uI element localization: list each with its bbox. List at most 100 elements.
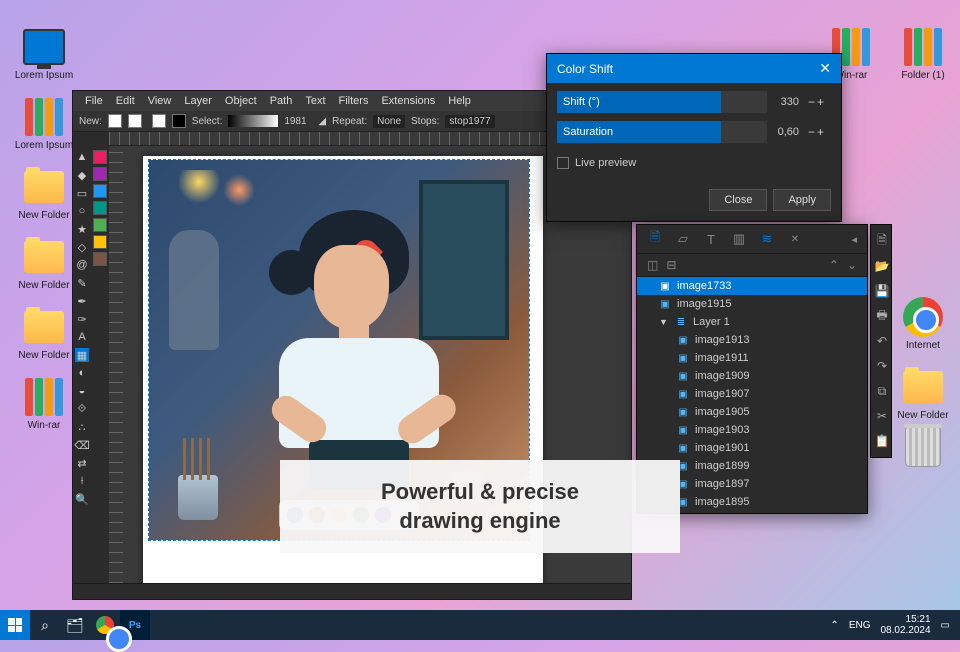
language-indicator[interactable]: ENG bbox=[849, 620, 871, 631]
list-item[interactable]: ▣image1911 bbox=[637, 349, 867, 367]
radial-gradient-icon[interactable] bbox=[128, 114, 142, 128]
tab-align-icon[interactable]: ▥ bbox=[731, 231, 747, 247]
swatch-blue[interactable] bbox=[93, 184, 107, 198]
swatch-brown[interactable] bbox=[93, 252, 107, 266]
menu-object[interactable]: Object bbox=[219, 93, 263, 109]
tab-objects-icon[interactable]: ≋ bbox=[759, 231, 775, 247]
eraser-tool[interactable]: ⌫ bbox=[75, 438, 89, 452]
pencil-tool[interactable]: ✎ bbox=[75, 276, 89, 290]
desktop-icon-trash[interactable] bbox=[893, 426, 953, 468]
list-item[interactable]: ▣image1909 bbox=[637, 367, 867, 385]
desktop-icon-folder[interactable]: New Folder bbox=[14, 306, 74, 361]
measure-tool[interactable]: ⟊ bbox=[75, 474, 89, 488]
expand-icon[interactable]: ▼ bbox=[659, 317, 669, 327]
menu-file[interactable]: File bbox=[79, 93, 109, 109]
tab-document-icon[interactable]: 🗎 bbox=[647, 231, 663, 247]
fill-black-icon[interactable] bbox=[172, 114, 186, 128]
saturation-slider-row[interactable]: Saturation 0,60 −+ bbox=[557, 121, 831, 143]
desktop-icon-folder[interactable]: New Folder bbox=[14, 236, 74, 291]
swatch-green[interactable] bbox=[93, 218, 107, 232]
list-item[interactable]: ▣image1915 bbox=[637, 295, 867, 313]
select-tool[interactable]: ▲ bbox=[75, 150, 89, 164]
delete-layer-icon[interactable]: ⊟ bbox=[666, 258, 676, 272]
menu-path[interactable]: Path bbox=[264, 93, 299, 109]
list-item[interactable]: ▣image1907 bbox=[637, 385, 867, 403]
save-icon[interactable]: 💾 bbox=[874, 283, 890, 299]
move-down-icon[interactable]: ⌄ bbox=[847, 258, 857, 272]
desktop-icon-folder[interactable]: New Folder bbox=[14, 166, 74, 221]
shift-spinner[interactable]: −+ bbox=[803, 91, 831, 113]
tab-close-icon[interactable]: ✕ bbox=[787, 231, 803, 247]
desktop-icon-pc[interactable]: Lorem Ipsum bbox=[14, 26, 74, 81]
checkbox-icon[interactable] bbox=[557, 157, 569, 169]
slider-track[interactable] bbox=[721, 121, 767, 143]
list-item[interactable]: ▣image1901 bbox=[637, 439, 867, 457]
swatch-purple[interactable] bbox=[93, 167, 107, 181]
node-tool[interactable]: ◆ bbox=[75, 168, 89, 182]
edit-gradient-icon[interactable]: ◢ bbox=[318, 116, 326, 127]
swatch-amber[interactable] bbox=[93, 235, 107, 249]
new-doc-icon[interactable]: 🗎 bbox=[874, 233, 890, 249]
gradient-swatch[interactable] bbox=[228, 115, 278, 127]
tray-expand-icon[interactable]: ⌃ bbox=[830, 620, 838, 631]
redo-icon[interactable]: ↷ bbox=[874, 358, 890, 374]
open-icon[interactable]: 📂 bbox=[874, 258, 890, 274]
desktop-icon-internet[interactable]: Internet bbox=[893, 296, 953, 351]
ruler-vertical[interactable] bbox=[109, 146, 123, 583]
tab-text-icon[interactable]: T bbox=[703, 231, 719, 247]
calligraphy-tool[interactable]: ✑ bbox=[75, 312, 89, 326]
menu-edit[interactable]: Edit bbox=[110, 93, 141, 109]
menu-help[interactable]: Help bbox=[442, 93, 477, 109]
desktop-icon-winrar[interactable]: Win-rar bbox=[14, 376, 74, 431]
paste-icon[interactable]: 📋 bbox=[874, 433, 890, 449]
list-item[interactable]: ▼≣Layer 1 bbox=[637, 313, 867, 331]
file-explorer-icon[interactable]: 🗂 bbox=[60, 610, 90, 640]
list-item[interactable]: ▣image1903 bbox=[637, 421, 867, 439]
text-tool[interactable]: A bbox=[75, 330, 89, 344]
dialog-titlebar[interactable]: Color Shift ✕ bbox=[547, 54, 841, 83]
list-item[interactable]: ▣image1913 bbox=[637, 331, 867, 349]
tweak-tool[interactable]: ⟐ bbox=[75, 402, 89, 416]
zoom-tool[interactable]: 🔍 bbox=[75, 492, 89, 506]
circle-tool[interactable]: ○ bbox=[75, 204, 89, 218]
menu-view[interactable]: View bbox=[142, 93, 178, 109]
desktop-icon-folder1[interactable]: Folder (1) bbox=[893, 26, 953, 81]
menu-layer[interactable]: Layer bbox=[178, 93, 218, 109]
taskbar-clock[interactable]: 15:21 08.02.2024 bbox=[880, 614, 930, 636]
taskbar-chrome-icon[interactable] bbox=[90, 610, 120, 640]
tab-fill-icon[interactable]: ▱ bbox=[675, 231, 691, 247]
connector-tool[interactable]: ⇄ bbox=[75, 456, 89, 470]
undo-icon[interactable]: ↶ bbox=[874, 333, 890, 349]
3d-tool[interactable]: ◇ bbox=[75, 240, 89, 254]
print-icon[interactable]: 🖶 bbox=[874, 308, 890, 324]
move-up-icon[interactable]: ⌃ bbox=[829, 258, 839, 272]
panel-menu-icon[interactable]: ◂ bbox=[851, 233, 857, 246]
notification-icon[interactable]: ▭ bbox=[941, 620, 950, 631]
list-item[interactable]: ▣image1733 bbox=[637, 277, 867, 295]
fill-white-icon[interactable] bbox=[152, 114, 166, 128]
apply-button[interactable]: Apply bbox=[773, 189, 831, 211]
star-tool[interactable]: ★ bbox=[75, 222, 89, 236]
add-layer-icon[interactable]: ◫ bbox=[647, 258, 658, 272]
swatch-pink[interactable] bbox=[93, 150, 107, 164]
shift-slider-row[interactable]: Shift (°) 330 −+ bbox=[557, 91, 831, 113]
dropper-tool[interactable]: ◐ bbox=[75, 366, 89, 380]
menu-extensions[interactable]: Extensions bbox=[375, 93, 441, 109]
pen-tool[interactable]: ✒ bbox=[75, 294, 89, 308]
rect-tool[interactable]: ▭ bbox=[75, 186, 89, 200]
list-item[interactable]: ▣image1905 bbox=[637, 403, 867, 421]
live-preview-row[interactable]: Live preview bbox=[557, 151, 831, 181]
slider-track[interactable] bbox=[721, 91, 767, 113]
linear-gradient-icon[interactable] bbox=[108, 114, 122, 128]
close-icon[interactable]: ✕ bbox=[819, 60, 831, 77]
gradient-tool[interactable]: ▦ bbox=[75, 348, 89, 362]
repeat-select[interactable]: None bbox=[373, 115, 405, 128]
copy-icon[interactable]: ⧉ bbox=[874, 383, 890, 399]
swatch-teal[interactable] bbox=[93, 201, 107, 215]
desktop-icon-binder[interactable]: Lorem Ipsum bbox=[14, 96, 74, 151]
spiral-tool[interactable]: @ bbox=[75, 258, 89, 272]
bucket-tool[interactable]: ◒ bbox=[75, 384, 89, 398]
desktop-icon-folder[interactable]: New Folder bbox=[893, 366, 953, 421]
cut-icon[interactable]: ✂ bbox=[874, 408, 890, 424]
spray-tool[interactable]: ∴ bbox=[75, 420, 89, 434]
